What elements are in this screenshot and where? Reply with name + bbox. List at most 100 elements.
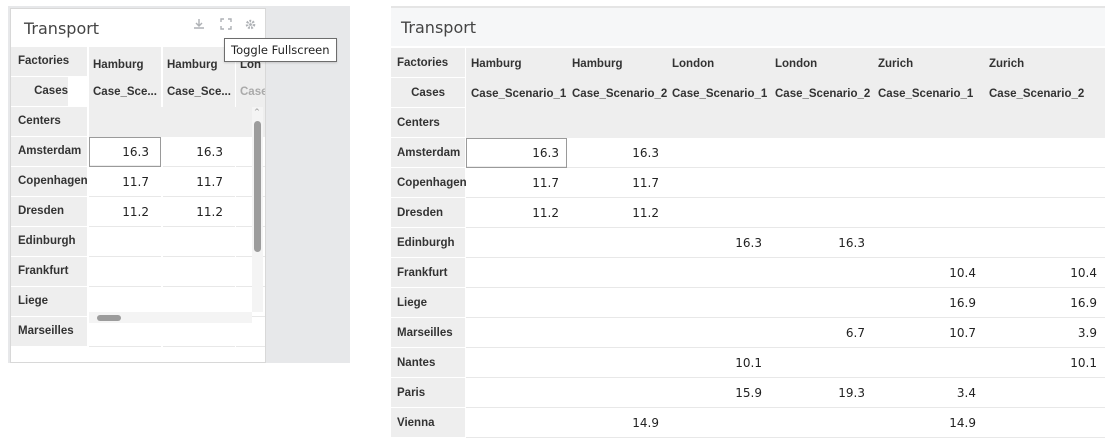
row-header[interactable]: Paris	[391, 378, 465, 408]
column-header-case[interactable]: Case_Scenario_2	[567, 78, 667, 108]
table-cell[interactable]: 11.7	[466, 168, 567, 198]
column-header-case[interactable]: Case_Scenario_2	[984, 78, 1105, 108]
table-cell[interactable]: 14.9	[873, 408, 984, 438]
table-cell[interactable]	[567, 288, 667, 318]
gear-icon[interactable]	[242, 18, 258, 34]
table-cell[interactable]: 11.7	[567, 168, 667, 198]
column-header-factory[interactable]: Zurich	[984, 48, 1105, 78]
table-cell[interactable]	[567, 378, 667, 408]
table-cell[interactable]	[466, 378, 567, 408]
column-header-factory[interactable]: London	[770, 48, 873, 78]
table-cell[interactable]: 10.4	[873, 258, 984, 288]
table-cell[interactable]	[984, 138, 1105, 168]
table-cell[interactable]	[466, 408, 567, 438]
table-cell[interactable]	[466, 258, 567, 288]
row-header[interactable]: Frankfurt	[11, 257, 87, 287]
download-icon[interactable]	[191, 18, 207, 34]
table-cell[interactable]: 16.3	[163, 137, 235, 167]
table-cell[interactable]	[984, 198, 1105, 228]
table-cell[interactable]: 14.9	[567, 408, 667, 438]
row-header[interactable]: Marseilles	[11, 317, 87, 347]
table-cell[interactable]: 16.9	[873, 288, 984, 318]
table-cell[interactable]: 11.2	[466, 198, 567, 228]
table-cell[interactable]: 10.1	[667, 348, 770, 378]
row-header[interactable]: Amsterdam	[391, 138, 465, 168]
row-header[interactable]: Liege	[391, 288, 465, 318]
table-cell[interactable]	[89, 257, 161, 287]
table-cell[interactable]	[567, 348, 667, 378]
table-cell[interactable]: 10.1	[984, 348, 1105, 378]
column-header-case[interactable]: Case_Scenario_1	[667, 78, 770, 108]
column-header-factory[interactable]: London	[667, 48, 770, 78]
table-cell[interactable]: 16.3	[567, 138, 667, 168]
row-header[interactable]: Edinburgh	[391, 228, 465, 258]
table-cell[interactable]	[873, 138, 984, 168]
table-cell[interactable]	[89, 227, 161, 257]
column-header-case[interactable]: Case	[236, 77, 265, 107]
row-header[interactable]: Copenhagen	[11, 167, 88, 197]
table-cell[interactable]	[567, 258, 667, 288]
table-cell[interactable]: 3.9	[984, 318, 1105, 348]
table-cell[interactable]	[770, 288, 873, 318]
table-cell[interactable]	[466, 318, 567, 348]
column-header-case[interactable]: Case_Scenario_2	[770, 78, 873, 108]
fullscreen-icon[interactable]	[218, 18, 234, 34]
row-header[interactable]: Nantes	[391, 348, 465, 378]
table-cell[interactable]: 10.7	[873, 318, 984, 348]
table-cell[interactable]: 16.3	[466, 138, 567, 168]
table-cell[interactable]	[567, 228, 667, 258]
column-header-factory[interactable]: Hamburg	[89, 47, 161, 77]
table-cell[interactable]	[984, 378, 1105, 408]
row-header[interactable]: Marseilles	[391, 318, 465, 348]
column-header-case[interactable]: Case_Scenario_1	[466, 78, 567, 108]
row-header[interactable]: Dresden	[391, 198, 465, 228]
table-cell[interactable]	[770, 168, 873, 198]
table-cell[interactable]: 11.7	[89, 167, 161, 197]
table-cell[interactable]	[567, 318, 667, 348]
table-cell[interactable]: 19.3	[770, 378, 873, 408]
table-cell[interactable]	[667, 138, 770, 168]
table-cell[interactable]	[984, 168, 1105, 198]
table-cell[interactable]: 10.4	[984, 258, 1105, 288]
table-cell[interactable]	[667, 198, 770, 228]
table-cell[interactable]	[466, 348, 567, 378]
table-cell[interactable]: 15.9	[667, 378, 770, 408]
column-header-factory[interactable]: Hamburg	[567, 48, 667, 78]
table-cell[interactable]: 11.2	[163, 197, 235, 227]
row-header[interactable]: Dresden	[11, 197, 87, 227]
scrollbar-thumb[interactable]	[254, 121, 261, 252]
column-header-case[interactable]: Case_Sce...	[163, 77, 235, 107]
table-cell[interactable]	[667, 258, 770, 288]
column-header-factory[interactable]: Zurich	[873, 48, 984, 78]
table-cell[interactable]	[667, 168, 770, 198]
table-cell[interactable]: 16.3	[770, 228, 873, 258]
row-header[interactable]: Amsterdam	[11, 137, 87, 167]
row-header[interactable]: Edinburgh	[11, 227, 87, 257]
table-cell[interactable]	[770, 348, 873, 378]
table-cell[interactable]	[873, 348, 984, 378]
table-cell[interactable]	[770, 138, 873, 168]
table-cell[interactable]	[984, 408, 1105, 438]
row-header[interactable]: Copenhagen	[391, 168, 467, 198]
table-cell[interactable]	[163, 227, 235, 257]
table-cell[interactable]	[873, 168, 984, 198]
table-cell[interactable]	[163, 257, 235, 287]
table-cell[interactable]	[667, 288, 770, 318]
column-header-factory[interactable]: Hamburg	[466, 48, 567, 78]
horizontal-scrollbar[interactable]	[89, 312, 252, 323]
table-cell[interactable]: 11.7	[163, 167, 235, 197]
row-header[interactable]: Liege	[11, 287, 87, 317]
table-cell[interactable]	[770, 258, 873, 288]
table-cell[interactable]: 16.3	[89, 137, 161, 167]
vertical-scrollbar[interactable]: ^	[252, 107, 263, 312]
table-cell[interactable]	[667, 408, 770, 438]
scrollbar-thumb[interactable]	[97, 315, 121, 321]
column-header-case[interactable]: Case_Scenario_1	[873, 78, 984, 108]
table-cell[interactable]: 16.3	[667, 228, 770, 258]
table-cell[interactable]	[770, 198, 873, 228]
table-cell[interactable]: 16.9	[984, 288, 1105, 318]
table-cell[interactable]	[770, 408, 873, 438]
table-cell[interactable]	[667, 318, 770, 348]
table-cell[interactable]	[466, 228, 567, 258]
table-cell[interactable]: 11.2	[89, 197, 161, 227]
